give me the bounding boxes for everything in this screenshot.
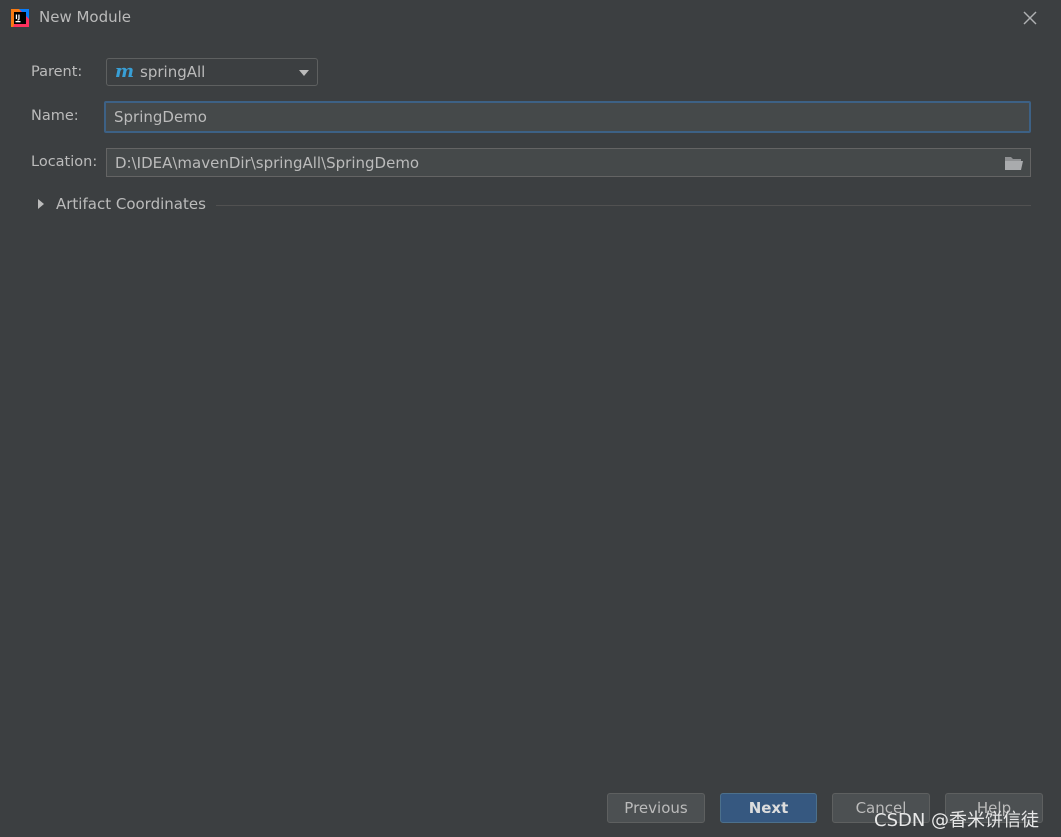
location-label: Location: (31, 154, 98, 170)
artifact-coordinates-toggle[interactable]: Artifact Coordinates (36, 193, 1031, 215)
name-label: Name: (31, 108, 79, 124)
location-input[interactable] (107, 149, 1004, 176)
intellij-idea-icon: IJ (11, 9, 29, 27)
artifact-coordinates-label: Artifact Coordinates (56, 195, 206, 213)
section-divider (215, 204, 1031, 206)
name-input[interactable] (104, 101, 1031, 133)
folder-icon[interactable] (1004, 155, 1024, 171)
new-module-dialog: IJ New Module Parent: m springAll Name: … (0, 0, 1061, 837)
chevron-right-icon (38, 199, 44, 209)
window-title: New Module (39, 8, 132, 26)
parent-value: springAll (140, 63, 206, 81)
chevron-down-icon (299, 70, 309, 76)
close-icon (1023, 11, 1037, 25)
maven-icon: m (115, 61, 135, 82)
title-bar: IJ New Module (0, 0, 1061, 36)
next-button[interactable]: Next (720, 793, 817, 823)
help-button[interactable]: Help (945, 793, 1043, 823)
parent-dropdown[interactable]: m springAll (106, 58, 318, 86)
cancel-button[interactable]: Cancel (832, 793, 930, 823)
location-field (106, 148, 1031, 177)
svg-text:IJ: IJ (15, 13, 20, 21)
previous-button[interactable]: Previous (607, 793, 705, 823)
parent-label: Parent: (31, 64, 83, 80)
close-button[interactable] (1018, 6, 1042, 30)
